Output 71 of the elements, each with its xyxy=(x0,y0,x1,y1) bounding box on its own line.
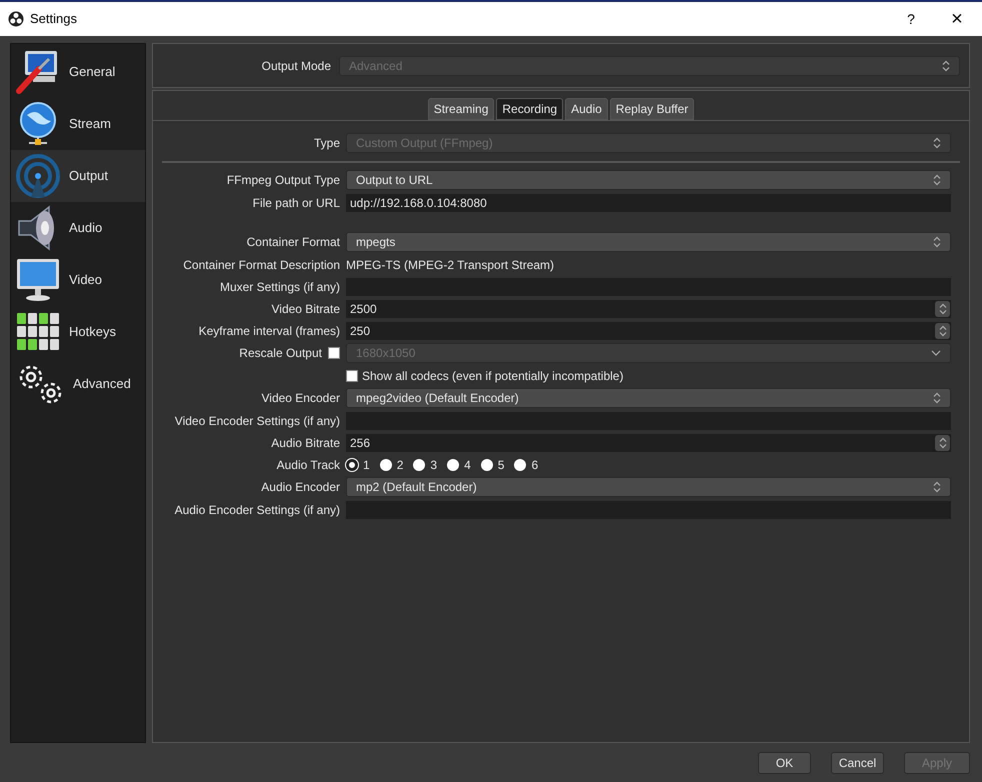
field-label: Type xyxy=(312,135,340,152)
tab[interactable]: Audio xyxy=(565,98,608,120)
field-label: File path or URL xyxy=(252,194,340,212)
number-field[interactable]: 2500 xyxy=(346,300,951,318)
up-down-arrows-icon xyxy=(933,236,941,248)
dropdown[interactable]: mpegts xyxy=(346,232,951,252)
radio-button[interactable] xyxy=(447,458,460,470)
spin-buttons[interactable] xyxy=(935,300,950,316)
up-down-arrows-icon xyxy=(938,302,946,314)
up-down-arrows-icon xyxy=(933,481,941,493)
field-label: Video Bitrate xyxy=(272,300,340,318)
radio-label: 3 xyxy=(430,456,438,474)
monitor-icon xyxy=(15,257,61,303)
radio-button[interactable] xyxy=(480,458,493,470)
dropdown[interactable]: Output to URL xyxy=(346,170,951,190)
broadcast-icon xyxy=(15,153,61,199)
radio-label: 2 xyxy=(396,456,404,474)
checkbox-label: Show all codecs (even if potentially incompatible) xyxy=(362,368,624,384)
text-field[interactable]: udp://192.168.0.104:8080 xyxy=(346,194,951,212)
field-value: MPEG-TS (MPEG-2 Transport Stream) xyxy=(346,256,554,274)
field-label: Audio Bitrate xyxy=(271,434,340,452)
field-label: Container Format xyxy=(246,234,340,251)
radio-button[interactable] xyxy=(413,458,426,470)
field-label: Audio Encoder xyxy=(261,479,340,496)
help-button[interactable]: ? xyxy=(888,2,934,36)
dropdown[interactable]: mp2 (Default Encoder) xyxy=(346,477,951,497)
field-label: Container Format Description xyxy=(183,256,340,274)
field-label: Video Encoder Settings (if any) xyxy=(174,412,340,430)
number-field[interactable]: 250 xyxy=(346,322,951,340)
dialog-button[interactable]: Cancel xyxy=(831,752,884,774)
radio-label: 1 xyxy=(363,456,370,474)
field-label: Keyframe interval (frames) xyxy=(198,322,340,340)
close-button[interactable]: × xyxy=(934,2,980,36)
field-label: Audio Encoder Settings (if any) xyxy=(174,502,340,518)
field-label: Rescale Output xyxy=(239,345,322,362)
up-down-arrows-icon xyxy=(938,436,946,448)
tab[interactable]: Streaming xyxy=(428,98,494,120)
sidebar-item[interactable]: Audio xyxy=(11,202,145,254)
up-down-arrows-icon xyxy=(933,392,941,404)
sidebar-item[interactable]: Stream xyxy=(11,98,145,150)
up-down-arrows-icon xyxy=(933,174,941,186)
dropdown[interactable]: mpeg2video (Default Encoder) xyxy=(346,388,951,408)
spin-buttons[interactable] xyxy=(935,434,950,450)
up-down-arrows-icon xyxy=(933,137,941,149)
radio-button[interactable] xyxy=(346,458,358,470)
dialog-button[interactable]: OK xyxy=(758,752,811,774)
window-title: Settings xyxy=(30,10,78,28)
chevron-down-icon xyxy=(931,350,941,356)
radio-label: 6 xyxy=(531,456,538,474)
number-field[interactable]: 256 xyxy=(346,434,951,452)
sidebar-item[interactable]: Output xyxy=(11,150,145,202)
field-label: Output Mode xyxy=(260,58,331,74)
field-label: FFmpeg Output Type xyxy=(226,172,340,189)
tab[interactable]: Recording xyxy=(496,98,564,120)
sidebar-item[interactable]: Advanced xyxy=(11,358,145,410)
up-down-arrows-icon xyxy=(938,324,946,336)
sidebar-item[interactable]: Hotkeys xyxy=(11,306,145,358)
tab[interactable]: Replay Buffer xyxy=(610,98,694,120)
app-logo-icon xyxy=(8,11,24,27)
field-label: Muxer Settings (if any) xyxy=(220,278,340,296)
sidebar-item[interactable]: General xyxy=(11,46,145,98)
field-label: Audio Track xyxy=(276,456,340,474)
spin-buttons[interactable] xyxy=(935,322,950,338)
checkbox[interactable] xyxy=(346,370,358,382)
radio-button[interactable] xyxy=(380,458,392,470)
radio-label: 5 xyxy=(498,456,504,474)
up-down-arrows-icon xyxy=(942,60,950,72)
field-label: Video Encoder xyxy=(261,390,340,407)
radio-label: 4 xyxy=(464,456,471,474)
sidebar-item[interactable]: Video xyxy=(11,254,145,306)
radio-button[interactable] xyxy=(514,458,526,470)
